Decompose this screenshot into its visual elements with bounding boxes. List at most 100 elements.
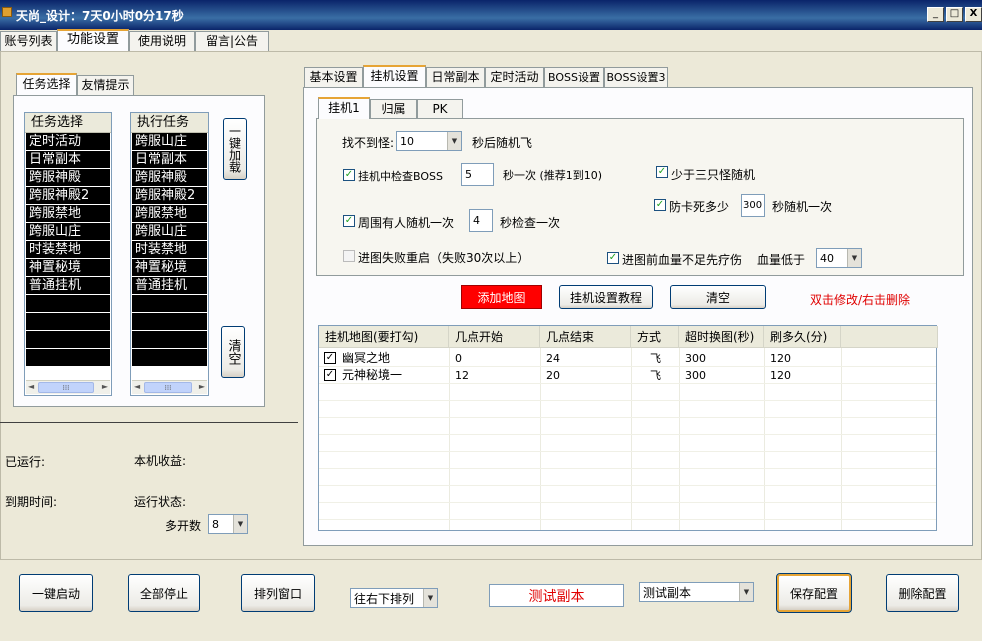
- grid-header-timeout[interactable]: 超时换图(秒): [679, 326, 764, 348]
- tab-timed-events[interactable]: 定时活动: [485, 67, 544, 87]
- list-item[interactable]: 时装禁地: [132, 241, 207, 259]
- list-item[interactable]: [26, 295, 110, 313]
- list-item[interactable]: 时装禁地: [26, 241, 110, 259]
- exec-list-scrollbar[interactable]: ◄ ⁞⁞⁞ ►: [132, 380, 207, 394]
- arrange-windows-button[interactable]: 排列窗口: [241, 574, 315, 612]
- scroll-right-icon[interactable]: ►: [102, 382, 108, 391]
- list-item[interactable]: 跨服禁地: [26, 205, 110, 223]
- test-dungeon-display[interactable]: 测试副本: [489, 584, 624, 607]
- chevron-down-icon[interactable]: ▼: [847, 249, 861, 267]
- row-map[interactable]: 幽冥之地: [336, 350, 449, 367]
- tab-task-select[interactable]: 任务选择: [16, 73, 77, 95]
- row-checkbox[interactable]: ✓: [324, 369, 336, 381]
- tab-boss-settings-3[interactable]: BOSS设置3: [604, 67, 668, 87]
- map-grid[interactable]: 挂机地图(要打勾) 几点开始 几点结束 方式 超时换图(秒) 刷多久(分) ✓ …: [318, 325, 938, 531]
- row-duration[interactable]: 120: [764, 350, 841, 367]
- restart-on-fail-checkbox[interactable]: [343, 250, 355, 262]
- tab-pk[interactable]: PK: [417, 99, 463, 119]
- tab-instructions[interactable]: 使用说明: [129, 31, 195, 51]
- row-mode[interactable]: 飞: [644, 367, 679, 384]
- exec-task-list[interactable]: 执行任务 跨服山庄 日常副本 跨服神殿 跨服神殿2 跨服禁地 跨服山庄 时装禁地…: [130, 112, 209, 396]
- arrange-mode-select[interactable]: 往右下排列 ▼: [350, 588, 438, 608]
- row-start[interactable]: 12: [449, 367, 540, 384]
- list-item[interactable]: 跨服禁地: [132, 205, 207, 223]
- add-map-button[interactable]: 添加地图: [461, 285, 542, 309]
- list-item[interactable]: 跨服神殿: [132, 169, 207, 187]
- nearby-player-checkbox[interactable]: ✓: [343, 215, 355, 227]
- chevron-down-icon[interactable]: ▼: [739, 583, 753, 601]
- list-item[interactable]: [132, 313, 207, 331]
- list-item[interactable]: 跨服神殿2: [26, 187, 110, 205]
- tab-hang-settings[interactable]: 挂机设置: [363, 65, 426, 87]
- list-item[interactable]: [132, 331, 207, 349]
- start-all-button[interactable]: 一键启动: [19, 574, 93, 612]
- check-boss-input[interactable]: 5: [461, 163, 494, 186]
- list-item[interactable]: 日常副本: [26, 151, 110, 169]
- heal-before-checkbox[interactable]: ✓: [607, 252, 619, 264]
- tab-notice[interactable]: 留言|公告: [195, 31, 269, 51]
- row-timeout[interactable]: 300: [679, 350, 764, 367]
- close-button[interactable]: X: [965, 7, 982, 22]
- list-item[interactable]: [26, 313, 110, 331]
- scroll-right-icon[interactable]: ►: [199, 382, 205, 391]
- row-mode[interactable]: 飞: [644, 350, 679, 367]
- task-list-scrollbar[interactable]: ◄ ⁞⁞⁞ ►: [26, 380, 110, 394]
- less-three-checkbox[interactable]: ✓: [656, 166, 668, 178]
- list-item[interactable]: 定时活动: [26, 133, 110, 151]
- nearby-player-input[interactable]: 4: [469, 209, 493, 232]
- list-item[interactable]: [26, 349, 110, 367]
- cant-find-monster-select[interactable]: 10 ▼: [396, 131, 462, 151]
- tab-feature-settings[interactable]: 功能设置: [57, 29, 129, 51]
- grid-header-map[interactable]: 挂机地图(要打勾): [319, 326, 449, 348]
- grid-header-end[interactable]: 几点结束: [540, 326, 631, 348]
- delete-config-button[interactable]: 删除配置: [886, 574, 959, 612]
- minimize-button[interactable]: _: [927, 7, 944, 22]
- row-timeout[interactable]: 300: [679, 367, 764, 384]
- stop-all-button[interactable]: 全部停止: [128, 574, 200, 612]
- grid-header-mode[interactable]: 方式: [631, 326, 679, 348]
- tab-ownership[interactable]: 归属: [370, 99, 417, 119]
- list-item[interactable]: 普通挂机: [26, 277, 110, 295]
- list-item[interactable]: 跨服山庄: [132, 133, 207, 151]
- row-checkbox[interactable]: ✓: [324, 352, 336, 364]
- grid-header-start[interactable]: 几点开始: [449, 326, 540, 348]
- row-map[interactable]: 元神秘境一: [336, 367, 449, 384]
- chevron-down-icon[interactable]: ▼: [423, 589, 437, 607]
- row-end[interactable]: 24: [540, 350, 631, 367]
- list-item[interactable]: 普通挂机: [132, 277, 207, 295]
- scroll-thumb[interactable]: ⁞⁞⁞: [38, 382, 94, 393]
- tutorial-button[interactable]: 挂机设置教程: [559, 285, 653, 309]
- maximize-button[interactable]: □: [946, 7, 963, 22]
- list-item[interactable]: 跨服山庄: [132, 223, 207, 241]
- list-item[interactable]: 神置秘境: [26, 259, 110, 277]
- tab-basic-settings[interactable]: 基本设置: [304, 67, 363, 87]
- chevron-down-icon[interactable]: ▼: [447, 132, 461, 150]
- row-duration[interactable]: 120: [764, 367, 841, 384]
- tab-boss-settings[interactable]: BOSS设置: [544, 67, 604, 87]
- multi-open-select[interactable]: 8 ▼: [208, 514, 248, 534]
- clear-exec-button[interactable]: 清空: [221, 326, 245, 378]
- list-item[interactable]: 神置秘境: [132, 259, 207, 277]
- grid-header-duration[interactable]: 刷多久(分): [764, 326, 841, 348]
- check-boss-checkbox[interactable]: ✓: [343, 169, 355, 181]
- scroll-thumb[interactable]: ⁞⁞⁞: [144, 382, 192, 393]
- save-config-button[interactable]: 保存配置: [776, 573, 852, 613]
- tab-hang-1[interactable]: 挂机1: [318, 97, 370, 119]
- clear-button[interactable]: 清空: [670, 285, 766, 309]
- tab-friendly-tips[interactable]: 友情提示: [77, 75, 134, 95]
- list-item[interactable]: 跨服神殿: [26, 169, 110, 187]
- hp-low-select[interactable]: 40 ▼: [816, 248, 862, 268]
- row-start[interactable]: 0: [449, 350, 540, 367]
- list-item[interactable]: 跨服神殿2: [132, 187, 207, 205]
- list-item[interactable]: [132, 295, 207, 313]
- anti-stuck-checkbox[interactable]: ✓: [654, 199, 666, 211]
- dungeon-select[interactable]: 测试副本 ▼: [639, 582, 754, 602]
- list-item[interactable]: [132, 349, 207, 367]
- list-item[interactable]: [26, 331, 110, 349]
- tab-account-list[interactable]: 账号列表: [0, 31, 57, 51]
- one-key-load-button[interactable]: 一键加载: [223, 118, 247, 180]
- anti-stuck-input[interactable]: 300: [741, 194, 765, 217]
- list-item[interactable]: 跨服山庄: [26, 223, 110, 241]
- scroll-left-icon[interactable]: ◄: [28, 382, 34, 391]
- task-select-list[interactable]: 任务选择 定时活动 日常副本 跨服神殿 跨服神殿2 跨服禁地 跨服山庄 时装禁地…: [24, 112, 112, 396]
